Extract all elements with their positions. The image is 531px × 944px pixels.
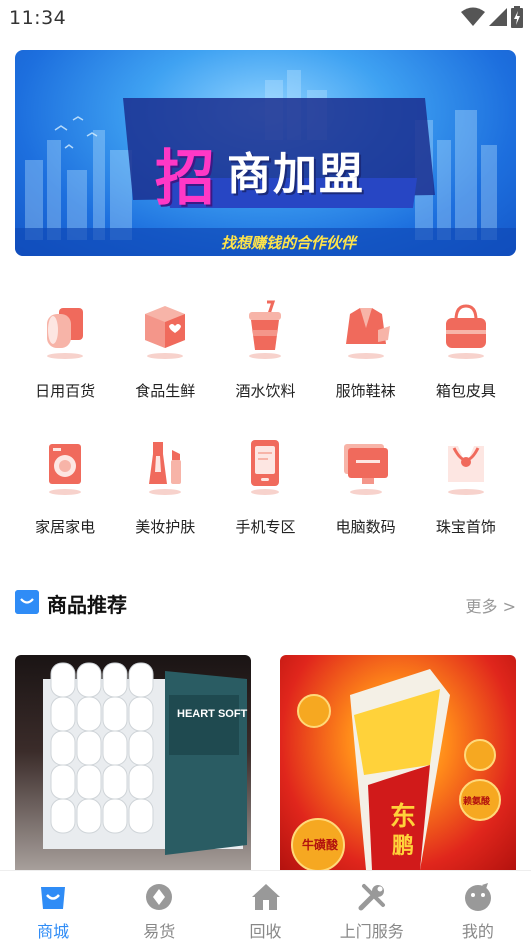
bottom-tab-bar: 商城 易货 回收 上门服务 我的: [0, 870, 531, 944]
computer-monitor-icon: [340, 436, 392, 496]
category-row: 日用百货 食品生鲜 酒水饮料 服饰鞋袜 箱包皮具: [15, 290, 516, 426]
category-item-jewelry[interactable]: 珠宝首饰: [416, 426, 516, 562]
toilet-paper-icon: [39, 300, 91, 360]
product-card-energy-drink[interactable]: 东 鹏 牛磺酸 赖氨酸: [280, 655, 516, 870]
product-tag-2: 赖氨酸: [463, 795, 491, 807]
energy-drink-image: 东 鹏 牛磺酸 赖氨酸: [291, 669, 501, 870]
category-label: 美妆护肤: [135, 518, 196, 536]
drink-cup-icon: [239, 300, 291, 360]
category-label: 服饰鞋袜: [335, 382, 396, 400]
product-tag: 牛磺酸: [302, 837, 339, 852]
tab-profile[interactable]: 我的: [425, 871, 531, 944]
food-box-icon: [139, 300, 191, 360]
category-label: 家居家电: [35, 518, 96, 536]
category-item-food[interactable]: 食品生鲜: [115, 290, 215, 426]
shopping-bag-icon: [41, 887, 66, 909]
bottle-text-2: 鹏: [392, 833, 414, 859]
category-item-daily[interactable]: 日用百货: [15, 290, 115, 426]
category-row: 家居家电 美妆护肤 手机专区 电脑数码 珠宝首饰: [15, 426, 516, 562]
more-link[interactable]: 更多 >: [466, 593, 517, 617]
category-label: 电脑数码: [335, 518, 396, 536]
category-item-phones[interactable]: 手机专区: [215, 426, 315, 562]
tab-barter[interactable]: 易货: [106, 871, 212, 944]
wifi-icon: [461, 7, 485, 26]
banner-subtitle: 找想赚钱的合作伙伴: [221, 234, 357, 252]
toilet-paper-image: HEART SOFT: [43, 662, 248, 855]
cell-signal-icon: [489, 8, 507, 26]
category-item-computers[interactable]: 电脑数码: [316, 426, 416, 562]
product-list: HEART SOFT 东 鹏 牛磺酸 赖氨酸: [15, 655, 516, 870]
tab-label: 我的: [461, 922, 494, 941]
status-time: 11:34: [9, 7, 67, 29]
tab-label: 易货: [143, 922, 176, 941]
category-item-apparel[interactable]: 服饰鞋袜: [316, 290, 416, 426]
banner-title-char: 招: [155, 144, 215, 214]
recommended-section-header: 商品推荐 更多 >: [15, 588, 516, 620]
category-label: 珠宝首饰: [435, 518, 496, 536]
category-label: 食品生鲜: [135, 382, 196, 400]
barter-icon: [146, 884, 173, 910]
banner-title: 商加盟: [227, 149, 365, 200]
brand-text: HEART SOFT: [177, 708, 248, 720]
status-icons: [461, 6, 523, 28]
category-label: 酒水饮料: [235, 382, 296, 400]
handbag-icon: [440, 300, 492, 360]
tab-label: 回收: [249, 922, 282, 941]
category-label: 手机专区: [235, 518, 296, 536]
status-bar: 11:34: [0, 0, 531, 36]
tab-mall[interactable]: 商城: [0, 871, 106, 944]
tab-home-service[interactable]: 上门服务: [319, 871, 425, 944]
tools-icon: [358, 884, 385, 911]
category-grid: 日用百货 食品生鲜 酒水饮料 服饰鞋袜 箱包皮具 家居家电 美妆护肤 手机专区 …: [15, 290, 516, 562]
home-icon: [251, 884, 280, 910]
section-title: 商品推荐: [47, 593, 127, 617]
bottle-text-1: 东: [390, 801, 416, 832]
tab-label: 上门服务: [339, 922, 404, 941]
category-item-bags[interactable]: 箱包皮具: [416, 290, 516, 426]
category-item-beauty[interactable]: 美妆护肤: [115, 426, 215, 562]
necklace-icon: [440, 436, 492, 496]
suit-icon: [340, 300, 392, 360]
profile-icon: [464, 883, 491, 911]
category-item-home[interactable]: 家居家电: [15, 426, 115, 562]
category-item-drinks[interactable]: 酒水饮料: [215, 290, 315, 426]
promo-banner[interactable]: 招 商加盟 找想赚钱的合作伙伴: [15, 50, 516, 256]
washing-machine-icon: [39, 436, 91, 496]
category-label: 箱包皮具: [435, 382, 496, 400]
tab-recycle[interactable]: 回收: [212, 871, 318, 944]
cosmetics-icon: [139, 436, 191, 496]
mobile-phone-icon: [239, 436, 291, 496]
product-card-toilet-paper[interactable]: HEART SOFT: [15, 655, 251, 870]
battery-icon: [511, 6, 523, 28]
tab-label: 商城: [37, 922, 70, 941]
category-label: 日用百货: [35, 382, 96, 400]
shopping-bag-icon: [15, 590, 39, 614]
